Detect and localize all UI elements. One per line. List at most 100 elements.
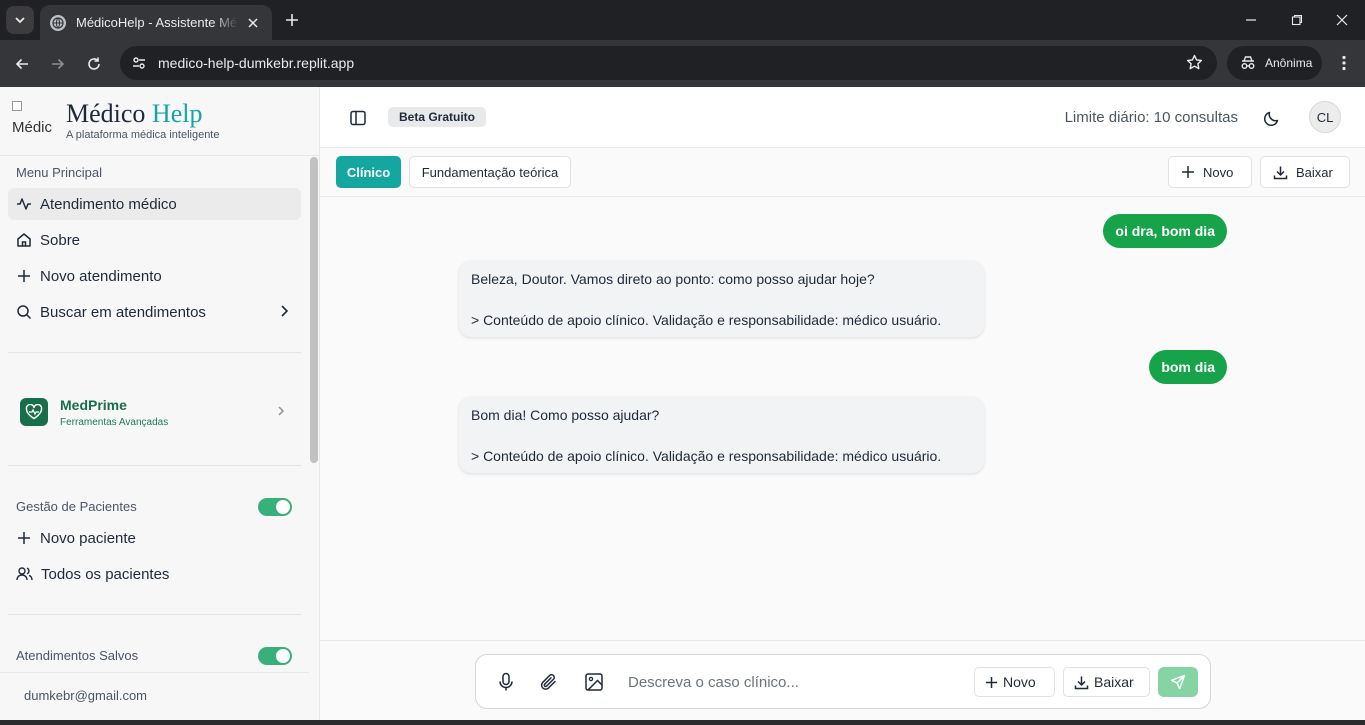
- assistant-message-text: Bom dia! Como posso ajudar?: [471, 407, 660, 423]
- sidebar-item-label: Sobre: [40, 231, 81, 249]
- sidebar-item-label: Atendimento médico: [40, 195, 177, 213]
- saved-toggle[interactable]: [258, 647, 292, 665]
- sidebar-item-buscar[interactable]: Buscar em atendimentos: [8, 296, 301, 328]
- sidebar-toggle-icon[interactable]: [348, 108, 368, 128]
- send-button[interactable]: [1158, 667, 1198, 697]
- brand-wordmark: Médico Help A plataforma médica intelige…: [66, 99, 220, 142]
- sidebar-item-label: Buscar em atendimentos: [40, 303, 206, 321]
- paperclip-icon[interactable]: [538, 671, 560, 693]
- composer-download-label: Baixar: [1094, 674, 1134, 690]
- moon-icon[interactable]: [1262, 108, 1282, 128]
- restore-button[interactable]: [1274, 0, 1320, 40]
- back-button[interactable]: [10, 52, 34, 76]
- browser-tab-bar: MédicoHelp - Assistente Médico Inteligen…: [0, 0, 1365, 40]
- reload-icon: [88, 57, 100, 70]
- tab-close-icon[interactable]: [244, 14, 262, 32]
- brand-header[interactable]: Médic Médico Help A plataforma médica in…: [0, 87, 319, 156]
- logo-alt-text: Médic: [12, 119, 53, 136]
- brand-name-part2: Help: [151, 99, 203, 128]
- new-tab-button[interactable]: [282, 10, 302, 30]
- new-button[interactable]: Novo: [1168, 156, 1252, 188]
- composer: Descreva o caso clínico... Novo Baixar: [475, 654, 1211, 709]
- sidebar-item-novo-atendimento[interactable]: Novo atendimento: [8, 260, 301, 292]
- close-icon: [1336, 14, 1348, 26]
- reload-button[interactable]: [82, 52, 106, 76]
- image-icon[interactable]: [583, 671, 605, 693]
- minimize-icon: [1246, 19, 1256, 21]
- forward-button[interactable]: [46, 52, 70, 76]
- arrow-left-icon: [15, 58, 28, 70]
- brand-name-part1: Médico: [66, 99, 146, 128]
- sidebar-divider: [8, 465, 301, 466]
- chevron-right-icon: [278, 406, 285, 416]
- tab-clinico[interactable]: Clínico: [336, 156, 401, 188]
- app-header: Beta Gratuito Limite diário: 10 consulta…: [320, 87, 1365, 148]
- user-message: bom dia: [1149, 350, 1227, 384]
- more-vertical-icon: [1342, 55, 1346, 71]
- chevron-right-icon: [281, 305, 289, 317]
- assistant-message: Bom dia! Como posso ajudar? > Conteúdo d…: [459, 397, 984, 473]
- plus-icon: [986, 676, 997, 688]
- send-icon: [1170, 674, 1186, 690]
- assistant-disclaimer: > Conteúdo de apoio clínico. Validação e…: [471, 448, 942, 464]
- patients-section-label: Gestão de Pacientes: [16, 499, 137, 514]
- main-panel: Beta Gratuito Limite diário: 10 consulta…: [320, 87, 1365, 720]
- arrow-right-icon: [52, 58, 65, 70]
- search-icon: [17, 305, 32, 320]
- chevron-down-icon: [15, 17, 25, 24]
- minimize-button[interactable]: [1228, 0, 1274, 40]
- brand-tagline: A plataforma médica inteligente: [66, 129, 220, 141]
- case-description-input[interactable]: Descreva o caso clínico...: [628, 674, 799, 691]
- sidebar-item-todos-pacientes[interactable]: Todos os pacientes: [8, 558, 301, 590]
- browser-toolbar: medico-help-dumkebr.replit.app Anônima: [0, 40, 1365, 87]
- composer-new-button[interactable]: Novo: [974, 667, 1055, 697]
- activity-icon: [17, 198, 31, 210]
- beta-badge: Beta Gratuito: [388, 107, 487, 127]
- sidebar: Médic Médico Help A plataforma médica in…: [0, 87, 320, 720]
- address-bar[interactable]: medico-help-dumkebr.replit.app: [120, 46, 1217, 80]
- microphone-icon[interactable]: [495, 671, 517, 693]
- site-settings-icon[interactable]: [122, 46, 156, 80]
- download-button[interactable]: Baixar: [1260, 156, 1350, 188]
- tab-search-button[interactable]: [6, 6, 34, 34]
- user-message: oi dra, bom dia: [1103, 214, 1227, 248]
- sidebar-scrollbar[interactable]: [310, 157, 318, 463]
- avatar[interactable]: CL: [1309, 101, 1341, 133]
- sidebar-item-novo-paciente[interactable]: Novo paciente: [8, 522, 301, 554]
- tab-fundamentacao[interactable]: Fundamentação teórica: [409, 156, 571, 188]
- brand-logo: Médic: [12, 101, 58, 141]
- users-icon: [16, 567, 33, 581]
- patients-toggle[interactable]: [258, 498, 292, 516]
- composer-area: Descreva o caso clínico... Novo Baixar: [320, 640, 1365, 720]
- medprime-title: MedPrime: [60, 396, 127, 413]
- mode-toolbar: Clínico Fundamentação teórica Novo Baixa…: [320, 148, 1365, 197]
- url-text: medico-help-dumkebr.replit.app: [158, 55, 355, 71]
- restore-icon: [1291, 14, 1303, 26]
- sidebar-item-label: Todos os pacientes: [41, 565, 170, 583]
- sidebar-divider: [8, 352, 301, 353]
- heart-pulse-icon: [20, 398, 48, 426]
- saved-section-label: Atendimentos Salvos: [16, 648, 139, 663]
- incognito-profile-button[interactable]: Anônima: [1227, 46, 1322, 80]
- chat-area: oi dra, bom dia Beleza, Doutor. Vamos di…: [320, 197, 1365, 640]
- user-email: dumkebr@gmail.com: [0, 672, 309, 720]
- sidebar-item-atendimento[interactable]: Atendimento médico: [8, 188, 301, 220]
- sidebar-divider: [8, 614, 301, 615]
- assistant-disclaimer: > Conteúdo de apoio clínico. Validação e…: [471, 312, 942, 328]
- composer-new-label: Novo: [1003, 674, 1036, 690]
- tab-title: MédicoHelp - Assistente Médico Inteligen…: [76, 15, 238, 30]
- close-window-button[interactable]: [1319, 0, 1365, 40]
- bookmark-star-icon[interactable]: [1186, 54, 1203, 76]
- download-icon: [1273, 166, 1288, 179]
- plus-icon: [1182, 166, 1194, 178]
- profile-label: Anônima: [1265, 56, 1313, 70]
- composer-download-button[interactable]: Baixar: [1063, 667, 1150, 697]
- new-button-label: Novo: [1203, 164, 1234, 180]
- sidebar-item-sobre[interactable]: Sobre: [8, 224, 301, 256]
- browser-menu-button[interactable]: [1334, 53, 1354, 73]
- medprime-card[interactable]: MedPrime Ferramentas Avançadas: [8, 388, 301, 436]
- taskbar-edge: [0, 720, 1365, 725]
- home-icon: [17, 233, 31, 247]
- browser-tab[interactable]: MédicoHelp - Assistente Médico Inteligen…: [40, 5, 272, 40]
- daily-limit-text: Limite diário: 10 consultas: [1064, 109, 1238, 126]
